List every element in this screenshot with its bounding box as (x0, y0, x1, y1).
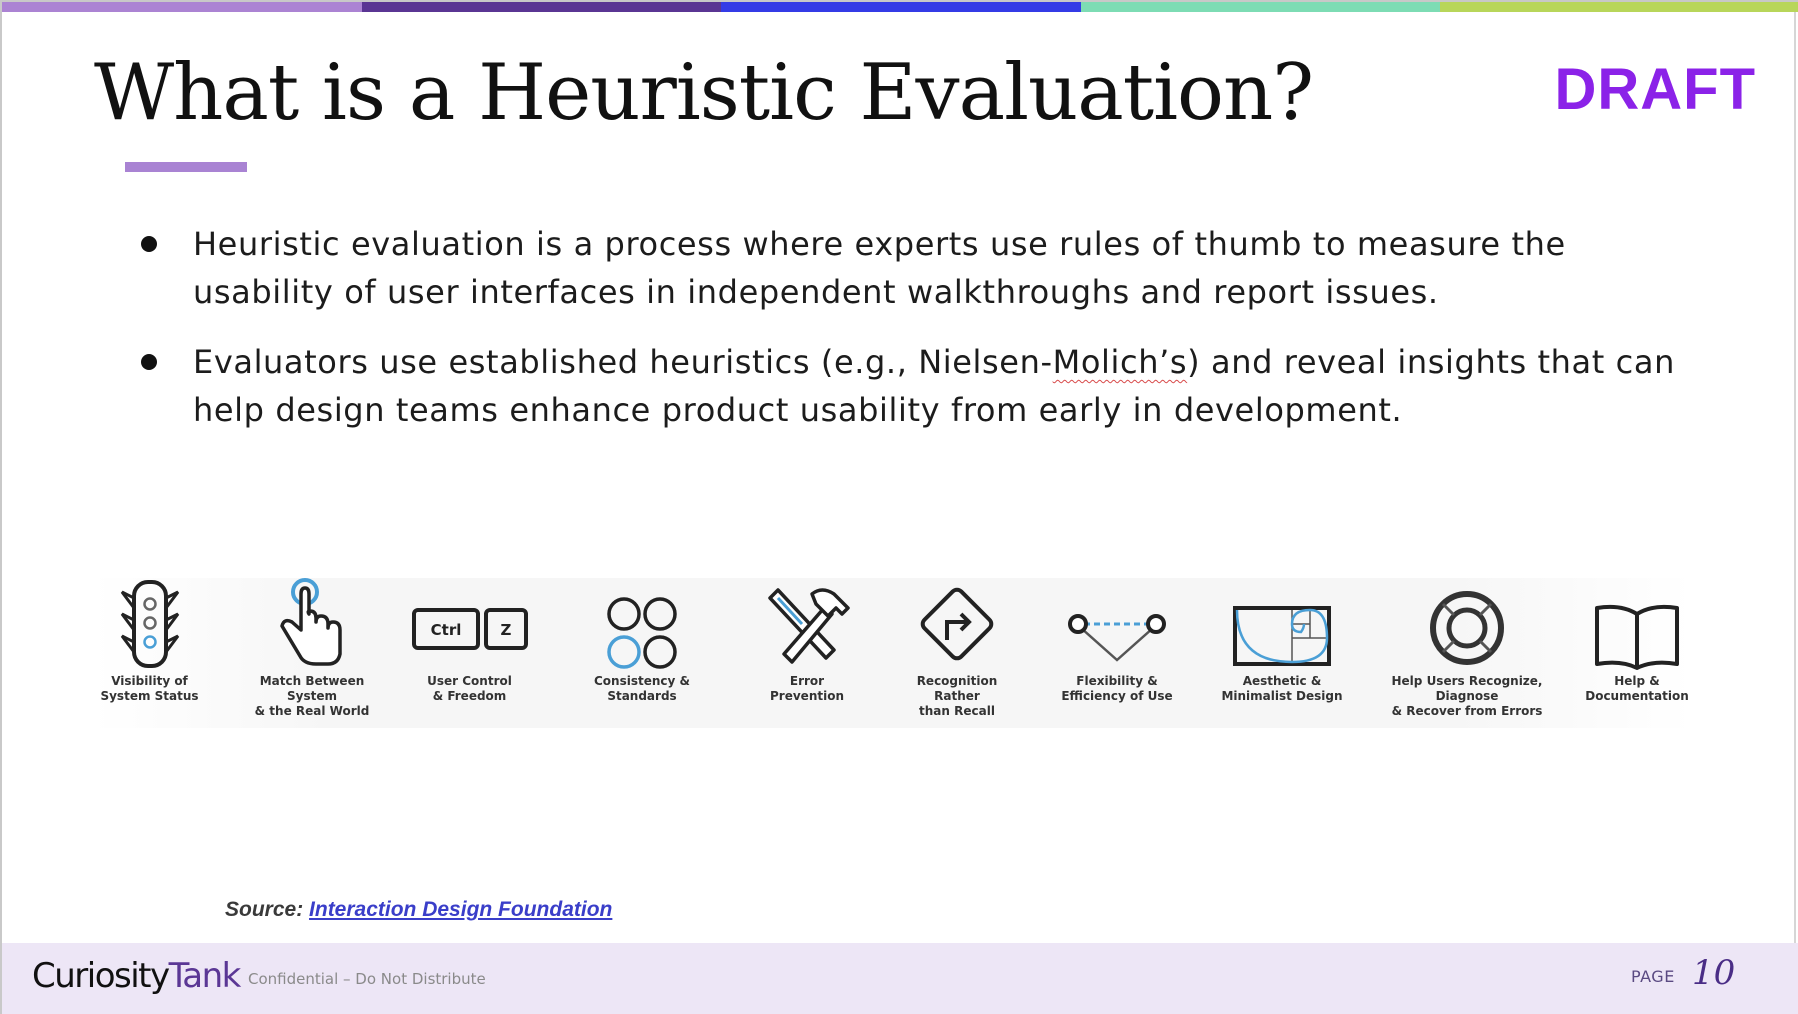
heuristic-label: Match Between System & the Real World (254, 674, 370, 718)
accent-stripe (1080, 2, 1441, 12)
curiositytank-logo: CuriosityTank (32, 956, 242, 996)
heuristic-item: Consistency & Standards (562, 578, 722, 704)
heuristic-label: Aesthetic & Minimalist Design (1221, 674, 1343, 703)
heuristic-item: Recognition Rather than Recall (892, 578, 1022, 719)
traffic-light-icon (120, 580, 179, 668)
heuristic-label: Flexibility & Efficiency of Use (1061, 674, 1173, 703)
draft-label: DRAFT (1554, 57, 1756, 122)
heuristic-item: Aesthetic & Minimalist Design (1212, 578, 1352, 704)
heuristic-label: User Control & Freedom (427, 674, 512, 703)
title-underline (125, 162, 247, 172)
page-label: PAGE (1631, 967, 1675, 986)
heuristic-item: Help Users Recognize, Diagnose & Recover… (1367, 578, 1567, 719)
shortcut-path-icon (1068, 614, 1166, 662)
bullet-text: Heuristic evaluation is a process where … (193, 225, 1566, 311)
heuristics-graphic: Visibility of System Status Match Betwee… (92, 578, 1692, 728)
open-book-icon (1595, 604, 1679, 670)
slide: What is a Heuristic Evaluation? DRAFT He… (0, 0, 1798, 1014)
bullet-list: Heuristic evaluation is a process where … (137, 220, 1697, 456)
accent-stripe-bar (2, 0, 1798, 12)
confidential-notice: Confidential – Do Not Distribute (248, 970, 486, 988)
bullet-item: Evaluators use established heuristics (e… (137, 338, 1697, 434)
logo-text-tank: Tank (168, 956, 242, 996)
accent-stripe (1440, 2, 1798, 12)
heuristic-label: Help Users Recognize, Diagnose & Recover… (1391, 674, 1543, 718)
heuristic-label: Error Prevention (770, 674, 844, 703)
pointing-hand-icon (280, 578, 342, 666)
heuristic-item: Visibility of System Status (92, 578, 207, 704)
logo-text-curiosity: Curiosity (32, 956, 170, 996)
heuristic-label: Help & Documentation (1585, 674, 1689, 703)
accent-stripe (721, 2, 1081, 12)
source-citation: Source: Interaction Design Foundation (225, 898, 612, 922)
source-link[interactable]: Interaction Design Foundation (309, 898, 612, 921)
key-label-z: Z (500, 621, 511, 639)
lifebuoy-icon (1430, 591, 1504, 665)
four-circles-icon (607, 597, 677, 669)
heuristic-item: Ctrl Z User Control & Freedom (407, 578, 532, 704)
golden-ratio-icon (1233, 606, 1331, 666)
slide-title: What is a Heuristic Evaluation? (94, 48, 1314, 138)
bullet-text-part: Evaluators use established heuristics (e… (193, 343, 1053, 381)
accent-stripe (2, 2, 362, 12)
page-number: 10 (1692, 953, 1736, 993)
source-label: Source: (225, 898, 304, 921)
heuristic-label: Visibility of System Status (100, 674, 199, 703)
heuristic-item: Error Prevention (752, 578, 862, 704)
accent-stripe (361, 2, 722, 12)
ctrl-z-keys-icon: Ctrl Z (411, 608, 528, 650)
bullet-dot-icon (141, 354, 157, 370)
bullet-dot-icon (141, 236, 157, 252)
heuristic-item: Help & Documentation (1572, 578, 1702, 704)
heuristic-label: Consistency & Standards (594, 674, 690, 703)
heuristic-item: Match Between System & the Real World (237, 578, 387, 719)
footer: CuriosityTank Confidential – Do Not Dist… (2, 943, 1798, 1014)
spellcheck-flagged-word[interactable]: Molich’s (1053, 343, 1188, 381)
hammer-wrench-icon (768, 588, 850, 664)
turn-sign-icon (920, 587, 994, 661)
bullet-item: Heuristic evaluation is a process where … (137, 220, 1697, 316)
heuristic-label: Recognition Rather than Recall (916, 674, 998, 718)
key-label-ctrl: Ctrl (430, 621, 461, 639)
heuristic-item: Flexibility & Efficiency of Use (1057, 578, 1177, 704)
